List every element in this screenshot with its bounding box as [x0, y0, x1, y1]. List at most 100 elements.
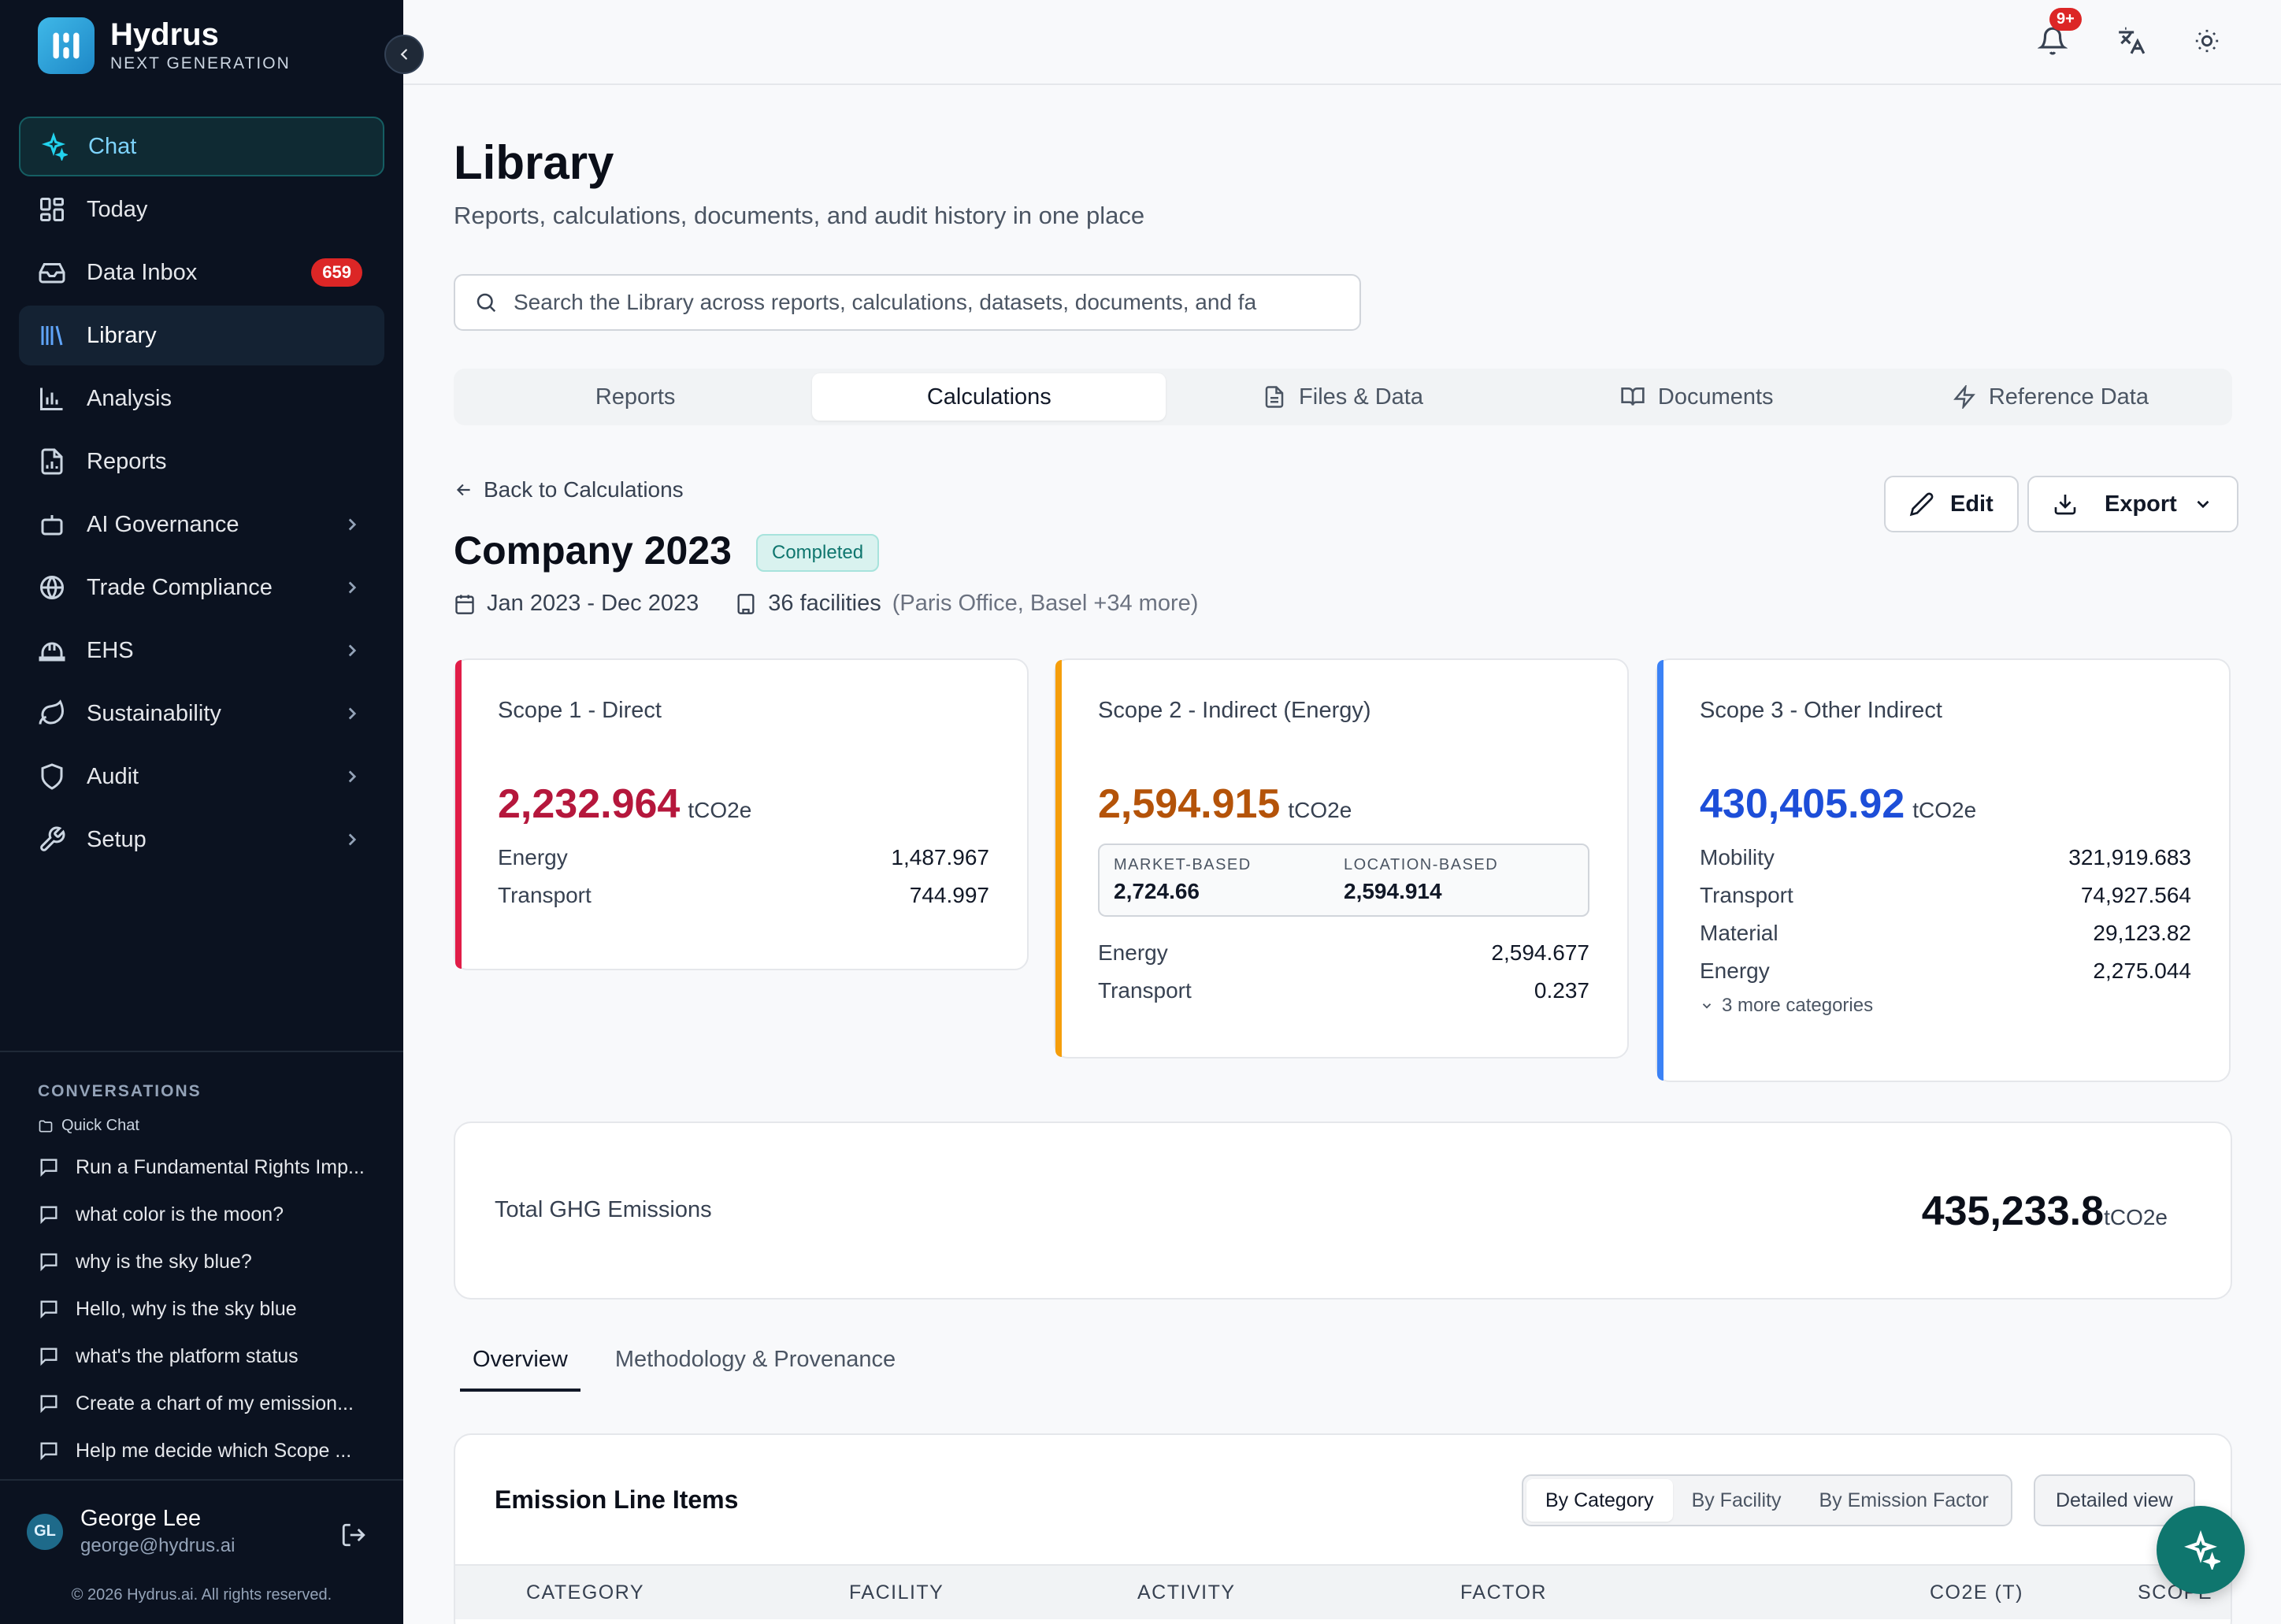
total-unit: tCO2e: [2104, 1205, 2168, 1229]
breakdown-value: 2,275.044: [2093, 958, 2191, 983]
download-icon: [2054, 495, 2076, 515]
scope-total: 2,232.964: [498, 781, 681, 827]
sidebar-item-label: Reports: [87, 448, 167, 474]
sidebar-item-library[interactable]: Library: [19, 306, 384, 365]
tab-reference-data[interactable]: Reference Data: [1874, 373, 2227, 421]
table-header: CATEGORY FACILITY ACTIVITY FACTOR CO2E (…: [455, 1564, 2231, 1619]
tab-methodology[interactable]: Methodology & Provenance: [603, 1339, 908, 1392]
conversation-item[interactable]: Create a chart of my emission...: [38, 1380, 369, 1427]
facilities-detail: (Paris Office, Basel +34 more): [892, 591, 1199, 616]
avatar: GL: [27, 1513, 63, 1550]
breakdown-value: 1,487.967: [891, 845, 989, 869]
chevron-down-icon: [1702, 1003, 1712, 1009]
breakdown-value: 29,123.82: [2093, 921, 2191, 945]
conversation-item[interactable]: Run a Fundamental Rights Imp...: [38, 1144, 369, 1191]
sparkles-icon: [41, 132, 68, 161]
scope3-card[interactable]: Scope 3 - Other Indirect 430,405.92 tCO2…: [1656, 658, 2231, 1082]
bot-icon: [41, 515, 63, 536]
conversation-item[interactable]: Help me decide which Scope ...: [38, 1427, 369, 1474]
conversation-item[interactable]: Hello, why is the sky blue: [38, 1285, 369, 1333]
conversation-item[interactable]: what's the platform status: [38, 1333, 369, 1380]
group-by-facility[interactable]: By Facility: [1673, 1479, 1801, 1522]
sidebar: Hydrus NEXT GENERATION Chat Today Data I…: [0, 0, 424, 1624]
brand-tagline: NEXT GENERATION: [110, 54, 291, 72]
tab-documents[interactable]: Documents: [1520, 373, 1874, 421]
sidebar-item-trade-compliance[interactable]: Trade Compliance: [19, 558, 384, 617]
column-header[interactable]: FACILITY: [849, 1581, 944, 1604]
sidebar-item-label: EHS: [87, 637, 134, 663]
translate-icon: [2119, 27, 2146, 54]
tab-overview[interactable]: Overview: [460, 1339, 580, 1392]
inbox-count-badge: 659: [311, 258, 362, 287]
leaf-icon: [39, 699, 65, 725]
book-open-icon: [1621, 387, 1645, 406]
more-categories-toggle[interactable]: 3 more categories: [1700, 995, 2191, 1017]
message-icon: [40, 1395, 57, 1414]
conversation-item[interactable]: what color is the moon?: [38, 1191, 369, 1238]
sidebar-item-today[interactable]: Today: [19, 180, 384, 239]
library-search[interactable]: [454, 274, 1361, 331]
logout-icon: [342, 1523, 365, 1547]
sidebar-item-setup[interactable]: Setup: [19, 810, 384, 869]
conversation-title: Create a chart of my emission...: [76, 1392, 354, 1415]
sidebar-item-label: Analysis: [87, 385, 172, 411]
column-header[interactable]: ACTIVITY: [1137, 1581, 1236, 1604]
language-button[interactable]: [2114, 24, 2149, 58]
sidebar-item-audit[interactable]: Audit: [19, 747, 384, 806]
user-email: george@hydrus.ai: [80, 1535, 236, 1556]
scope2-card[interactable]: Scope 2 - Indirect (Energy) 2,594.915 tC…: [1054, 658, 1629, 1059]
message-icon: [40, 1206, 57, 1225]
column-header[interactable]: FACTOR: [1460, 1581, 1547, 1604]
back-to-calculations-link[interactable]: Back to Calculations: [454, 477, 684, 502]
chevron-right-icon: [348, 707, 357, 720]
column-header[interactable]: CO2E (T): [1930, 1581, 2023, 1604]
chevron-right-icon: [348, 581, 357, 594]
section-title: Emission Line Items: [495, 1485, 739, 1514]
tab-label: Reference Data: [1988, 384, 2149, 410]
tab-reports[interactable]: Reports: [458, 373, 812, 421]
sidebar-item-analysis[interactable]: Analysis: [19, 369, 384, 428]
scope-breakdown-row: Energy 2,594.677: [1098, 934, 1589, 972]
user-profile[interactable]: GL George Lee george@hydrus.ai: [27, 1506, 235, 1557]
group-by-category[interactable]: By Category: [1526, 1479, 1673, 1522]
ai-assistant-button[interactable]: [2157, 1506, 2245, 1594]
scope-breakdown-row: Material 29,123.82: [1700, 914, 2191, 952]
scope1-card[interactable]: Scope 1 - Direct 2,232.964 tCO2e Energy 1…: [454, 658, 1029, 970]
breakdown-label: Transport: [1098, 978, 1192, 1003]
sidebar-item-ai-governance[interactable]: AI Governance: [19, 495, 384, 554]
total-value: 435,233.8: [1921, 1188, 2105, 1234]
grid-icon: [40, 198, 64, 221]
conversation-folder[interactable]: Quick Chat: [38, 1117, 139, 1135]
search-input[interactable]: [514, 290, 1341, 315]
brand[interactable]: Hydrus NEXT GENERATION: [38, 17, 291, 74]
group-by-toggle: By Category By Facility By Emission Fact…: [1522, 1474, 2012, 1526]
message-icon: [40, 1159, 57, 1177]
notification-count-badge: 9+: [2049, 8, 2082, 31]
export-button[interactable]: Export: [2027, 476, 2238, 532]
logout-button[interactable]: [340, 1522, 367, 1548]
chevron-right-icon: [348, 833, 357, 846]
theme-toggle-button[interactable]: [2190, 24, 2224, 58]
sidebar-item-ehs[interactable]: EHS: [19, 621, 384, 680]
scope-breakdown-row: Transport 0.237: [1098, 972, 1589, 1010]
sidebar-item-data-inbox[interactable]: Data Inbox 659: [19, 243, 384, 302]
inbox-icon: [39, 263, 65, 284]
breakdown-value: 0.237: [1534, 978, 1589, 1003]
column-header[interactable]: CATEGORY: [526, 1581, 644, 1604]
user-name: George Lee: [80, 1506, 202, 1531]
sidebar-item-sustainability[interactable]: Sustainability: [19, 684, 384, 743]
scope-unit: tCO2e: [1288, 798, 1352, 822]
sidebar-item-label: AI Governance: [87, 511, 239, 537]
detail-tabs: Overview Methodology & Provenance: [460, 1339, 908, 1392]
sidebar-item-label: Setup: [87, 826, 147, 852]
edit-button[interactable]: Edit: [1884, 476, 2019, 532]
conversation-item[interactable]: why is the sky blue?: [38, 1238, 369, 1285]
collapse-sidebar-button[interactable]: [384, 35, 424, 74]
tab-files-data[interactable]: Files & Data: [1166, 373, 1519, 421]
scope-breakdown-row: Energy 2,275.044: [1700, 952, 2191, 990]
tab-calculations[interactable]: Calculations: [812, 373, 1166, 421]
sidebar-item-reports[interactable]: Reports: [19, 432, 384, 491]
scope2-accent: [1055, 660, 1062, 1057]
sidebar-item-chat[interactable]: Chat: [19, 117, 384, 176]
group-by-emission-factor[interactable]: By Emission Factor: [1800, 1479, 2007, 1522]
